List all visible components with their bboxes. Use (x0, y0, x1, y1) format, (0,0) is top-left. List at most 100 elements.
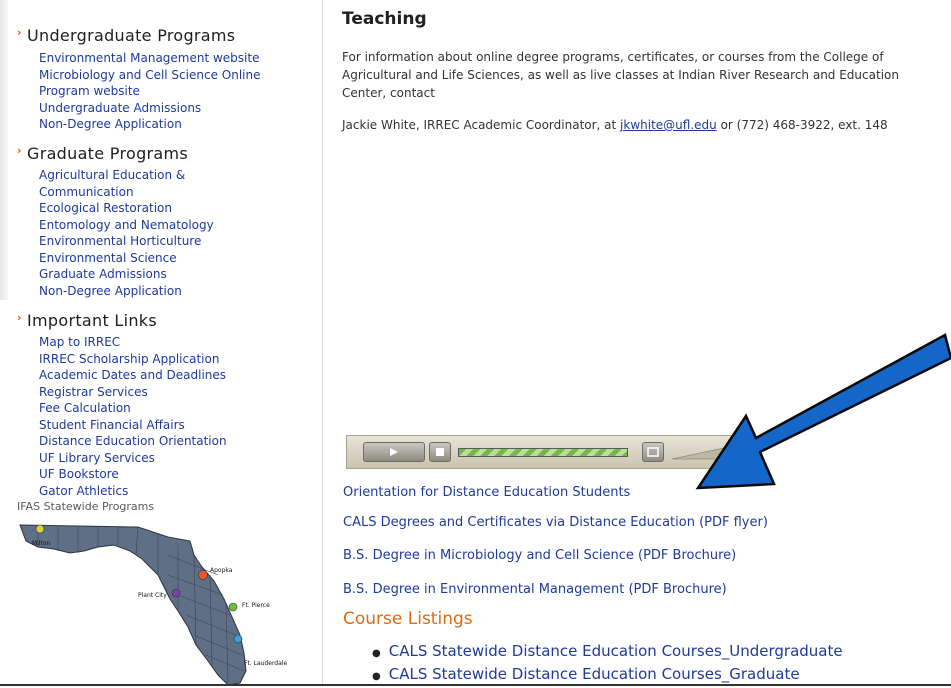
play-icon (390, 448, 398, 456)
grad-heading: › Graduate Programs (17, 144, 189, 163)
link-bs-env-management[interactable]: B.S. Degree in Environmental Management … (343, 582, 727, 597)
sidebar-link-scholarship[interactable]: IRREC Scholarship Application (39, 352, 219, 366)
location-marker-plant-city[interactable] (171, 588, 181, 598)
list-item: UF Bookstore (39, 465, 227, 482)
media-player (346, 435, 743, 469)
map-label-plant-city: Plant City (138, 592, 167, 599)
link-orientation[interactable]: Orientation for Distance Education Stude… (343, 485, 630, 500)
sidebar-link-env-science[interactable]: Environmental Science (39, 251, 177, 265)
list-item: ● CALS Statewide Distance Education Cours… (372, 640, 843, 663)
bullet-icon: › (17, 26, 22, 39)
grad-heading-text: Graduate Programs (27, 144, 189, 163)
grad-links: Agricultural Education & Communication E… (39, 166, 214, 298)
bullet-icon: › (17, 144, 22, 157)
sidebar-link-fee-calculation[interactable]: Fee Calculation (39, 401, 131, 415)
list-item: Microbiology and Cell Science Online (39, 66, 260, 83)
important-heading: › Important Links (17, 311, 158, 330)
sidebar-link-athletics[interactable]: Gator Athletics (39, 484, 128, 498)
fullscreen-icon (647, 447, 659, 457)
sidebar-link-nondegree-undergrad[interactable]: Non-Degree Application (39, 117, 182, 131)
sidebar-link-program-website[interactable]: Program website (39, 84, 140, 98)
list-item: Registrar Services (39, 383, 227, 400)
list-item: Agricultural Education & (39, 166, 214, 183)
list-item: Distance Education Orientation (39, 432, 227, 449)
location-marker-milton[interactable] (35, 524, 45, 534)
sidebar-link-financial-affairs[interactable]: Student Financial Affairs (39, 418, 185, 432)
sidebar-link-ag-education[interactable]: Agricultural Education & (39, 168, 185, 182)
course-link-graduate[interactable]: CALS Statewide Distance Education Course… (389, 665, 800, 683)
course-list: ● CALS Statewide Distance Education Cours… (372, 640, 843, 686)
florida-map[interactable]: Milton Apopka Plant City Ft. Pierce Ft. … (18, 515, 288, 687)
intro-paragraph: For information about online degree prog… (342, 50, 899, 100)
list-item: Communication (39, 183, 214, 200)
list-item: Program website (39, 82, 260, 99)
sidebar-link-grad-admissions[interactable]: Graduate Admissions (39, 267, 167, 281)
sidebar-link-nondegree-grad[interactable]: Non-Degree Application (39, 284, 182, 298)
progress-bar[interactable] (458, 448, 628, 457)
play-button[interactable] (363, 442, 425, 462)
sidebar-link-registrar[interactable]: Registrar Services (39, 385, 148, 399)
sidebar-link-academic-dates[interactable]: Academic Dates and Deadlines (39, 368, 226, 382)
sidebar-link-micro-online[interactable]: Microbiology and Cell Science Online (39, 68, 260, 82)
list-item: Undergraduate Admissions (39, 99, 260, 116)
list-item: Environmental Science (39, 249, 214, 266)
location-marker-apopka[interactable] (198, 570, 208, 580)
list-item: ● CALS Statewide Distance Education Cours… (372, 663, 843, 686)
sidebar-link-entomology[interactable]: Entomology and Nematology (39, 218, 214, 232)
list-item: Environmental Management website (39, 49, 260, 66)
contact-suffix: or (772) 468-3922, ext. 148 (716, 118, 888, 132)
list-item: Entomology and Nematology (39, 216, 214, 233)
sidebar-link-library[interactable]: UF Library Services (39, 451, 155, 465)
sidebar-link-de-orientation[interactable]: Distance Education Orientation (39, 434, 227, 448)
list-item: Fee Calculation (39, 399, 227, 416)
list-item: Environmental Horticulture (39, 232, 214, 249)
undergrad-heading-text: Undergraduate Programs (27, 26, 236, 45)
course-listings-heading: Course Listings (343, 609, 473, 629)
contact-paragraph: Jackie White, IRREC Academic Coordinator… (342, 116, 932, 134)
annotation-arrow-icon (695, 333, 951, 490)
sidebar-link-undergrad-admissions[interactable]: Undergraduate Admissions (39, 101, 201, 115)
list-item: UF Library Services (39, 449, 227, 466)
list-item: Student Financial Affairs (39, 416, 227, 433)
fullscreen-button[interactable] (642, 442, 664, 462)
sidebar-link-map[interactable]: Map to IRREC (39, 335, 120, 349)
ifas-map-label: IFAS Statewide Programs (17, 500, 155, 513)
link-bs-microbiology[interactable]: B.S. Degree in Microbiology and Cell Sci… (343, 548, 736, 563)
list-item: Non-Degree Application (39, 282, 214, 299)
link-cals-degrees-flyer[interactable]: CALS Degrees and Certificates via Distan… (343, 515, 768, 530)
important-heading-text: Important Links (27, 311, 158, 330)
page: › Undergraduate Programs Environmental M… (0, 0, 951, 686)
sidebar-link-env-management[interactable]: Environmental Management website (39, 51, 259, 65)
list-item: Map to IRREC (39, 333, 227, 350)
sidebar-link-communication[interactable]: Communication (39, 185, 134, 199)
bullet-icon: › (17, 311, 22, 324)
map-label-ft-pierce: Ft. Pierce (242, 602, 270, 609)
column-divider (322, 0, 323, 686)
list-item: Academic Dates and Deadlines (39, 366, 227, 383)
undergrad-links: Environmental Management website Microbi… (39, 49, 260, 132)
stop-icon (436, 448, 444, 456)
list-item: Gator Athletics (39, 482, 227, 499)
list-item: Ecological Restoration (39, 199, 214, 216)
map-label-milton: Milton (32, 540, 51, 547)
list-item: IRREC Scholarship Application (39, 350, 227, 367)
sidebar: › Undergraduate Programs Environmental M… (0, 0, 322, 686)
contact-email-link[interactable]: jkwhite@ufl.edu (620, 118, 717, 132)
stop-button[interactable] (429, 442, 451, 462)
location-marker-ft-lauderdale[interactable] (233, 634, 243, 644)
list-item: Non-Degree Application (39, 115, 260, 132)
sidebar-link-bookstore[interactable]: UF Bookstore (39, 467, 119, 481)
bullet-icon: ● (372, 648, 381, 659)
location-marker-ft-pierce[interactable] (228, 602, 238, 612)
list-item: Graduate Admissions (39, 265, 214, 282)
undergrad-heading: › Undergraduate Programs (17, 26, 236, 45)
page-title: Teaching (342, 9, 427, 29)
course-link-undergraduate[interactable]: CALS Statewide Distance Education Course… (389, 642, 843, 660)
map-label-ft-lauderdale: Ft. Lauderdale (244, 660, 287, 667)
sidebar-link-env-horticulture[interactable]: Environmental Horticulture (39, 234, 201, 248)
contact-prefix: Jackie White, IRREC Academic Coordinator… (342, 118, 621, 132)
map-label-apopka: Apopka (210, 567, 233, 574)
important-links: Map to IRREC IRREC Scholarship Applicati… (39, 333, 227, 498)
sidebar-link-ecological-restoration[interactable]: Ecological Restoration (39, 201, 172, 215)
bullet-icon: ● (372, 671, 381, 682)
